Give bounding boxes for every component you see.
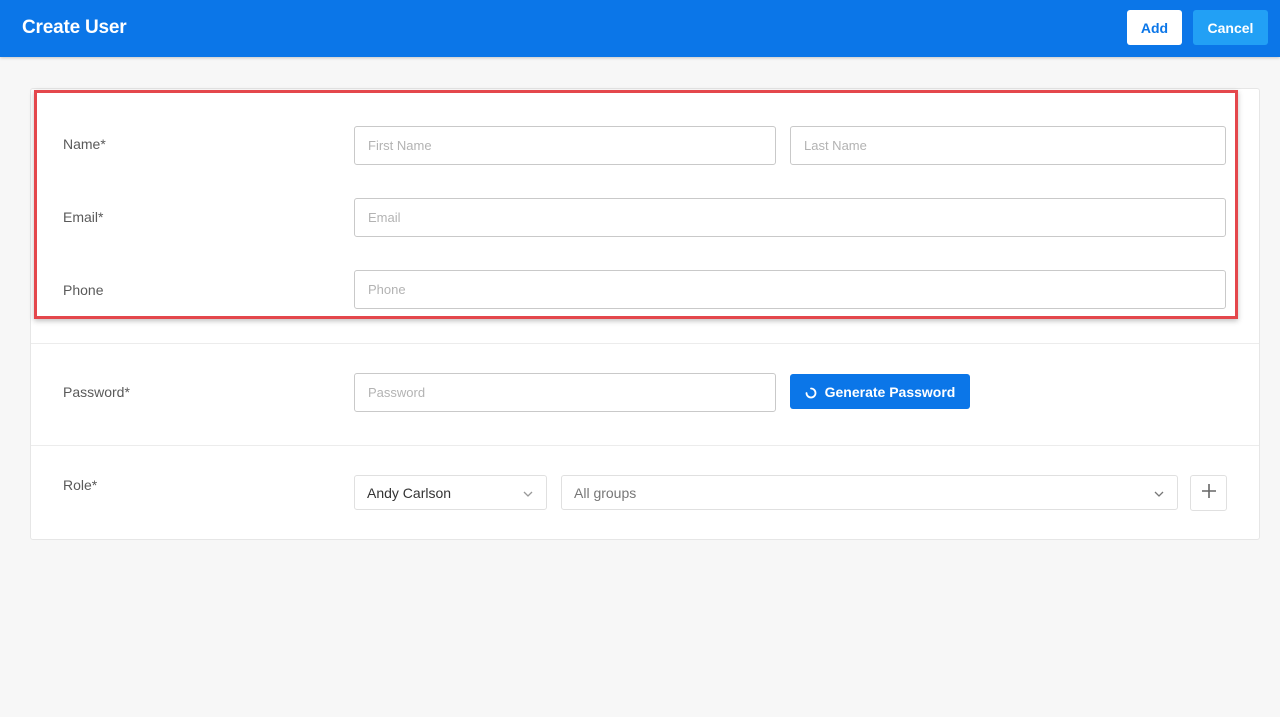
- phone-label: Phone: [63, 282, 104, 298]
- user-select-value: Andy Carlson: [367, 484, 452, 501]
- add-role-button[interactable]: [1190, 475, 1227, 511]
- last-name-input[interactable]: [790, 126, 1226, 165]
- generate-password-label: Generate Password: [824, 383, 956, 400]
- groups-select-value: All groups: [574, 484, 637, 501]
- password-label: Password*: [63, 384, 130, 400]
- email-input[interactable]: [354, 198, 1226, 237]
- section-divider: [31, 445, 1259, 446]
- name-label: Name*: [63, 136, 106, 152]
- page-title: Create User: [22, 17, 127, 38]
- generate-password-button[interactable]: Generate Password: [790, 374, 970, 409]
- add-button[interactable]: Add: [1127, 10, 1182, 45]
- groups-select[interactable]: All groups: [561, 475, 1178, 510]
- cancel-button[interactable]: Cancel: [1193, 10, 1268, 45]
- first-name-input[interactable]: [354, 126, 776, 165]
- user-select[interactable]: Andy Carlson: [354, 475, 547, 510]
- phone-input[interactable]: [354, 270, 1226, 309]
- role-label: Role*: [63, 477, 98, 493]
- refresh-icon: [805, 386, 817, 398]
- plus-icon: [1200, 482, 1218, 505]
- top-bar: Create User Add Cancel: [0, 0, 1280, 57]
- chevron-down-icon: [1153, 487, 1165, 499]
- email-label: Email*: [63, 209, 104, 225]
- section-divider: [31, 343, 1259, 344]
- password-input[interactable]: [354, 373, 776, 412]
- chevron-down-icon: [522, 487, 534, 499]
